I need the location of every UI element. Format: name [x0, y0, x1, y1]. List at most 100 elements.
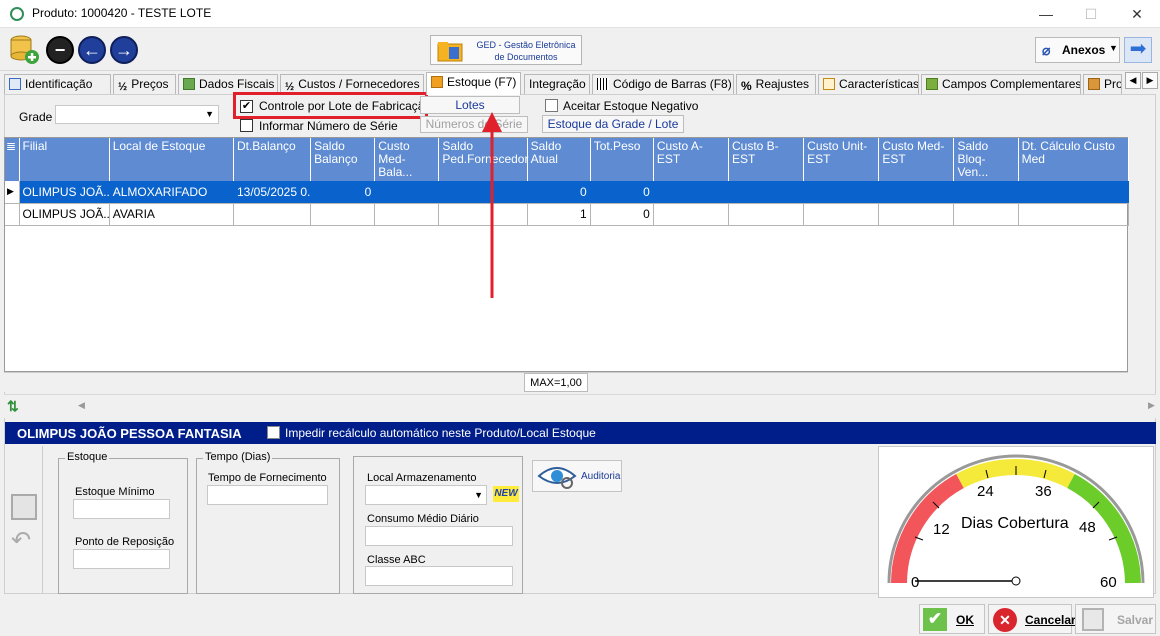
classe-input[interactable] [365, 566, 513, 586]
column-header[interactable]: Tot.Peso [590, 138, 654, 181]
tab-produto[interactable]: Pro [1083, 74, 1122, 94]
table-cell[interactable] [1018, 181, 1130, 204]
eye-icon [537, 467, 577, 489]
table-cell[interactable] [653, 181, 730, 204]
auditoria-label: Auditoria [581, 471, 621, 482]
table-cell[interactable] [878, 203, 955, 226]
side-toolbar: ↶ [5, 446, 43, 594]
estoque-minimo-input[interactable] [73, 499, 170, 519]
tab-identificacao[interactable]: Identificação [4, 74, 111, 94]
column-header[interactable]: Custo Unit-EST [803, 138, 880, 181]
tab-caracteristicas[interactable]: Características [818, 74, 919, 94]
table-cell[interactable] [1018, 203, 1130, 226]
column-header[interactable]: Custo Med-Bala... [374, 138, 440, 181]
table-cell[interactable]: AVARIA [109, 203, 234, 226]
scroll-right-icon[interactable]: ▶ [1148, 400, 1155, 411]
tab-precos[interactable]: ½ Preços [113, 74, 176, 94]
sort-arrows-icon[interactable]: ⇅ [7, 398, 25, 416]
ok-button[interactable]: ✔ OK [919, 604, 985, 634]
ged-button[interactable]: GED - Gestão Eletrônica de Documentos [430, 35, 582, 65]
controle-lote-checkbox[interactable]: ✔ [240, 98, 253, 113]
column-header[interactable]: Custo A-EST [653, 138, 730, 181]
column-header[interactable]: Filial [19, 138, 110, 181]
tab-reajustes[interactable]: % Reajustes [736, 74, 816, 94]
column-header[interactable]: Custo Med-EST [878, 138, 955, 181]
impedir-checkbox[interactable] [267, 426, 280, 439]
table-cell[interactable] [953, 181, 1019, 204]
next-button[interactable]: → [110, 36, 138, 64]
table-row[interactable]: OLIMPUS JOÃ... AVARIA 1 0 [5, 203, 1130, 226]
close-button[interactable]: ✕ [1122, 4, 1152, 24]
numeros-serie-button[interactable]: Números de Série [420, 116, 528, 133]
table-cell[interactable] [374, 181, 440, 204]
local-armazenamento-select[interactable]: ▼ [365, 485, 487, 505]
tab-integracao[interactable]: Integração [524, 74, 590, 94]
save-disk-icon[interactable] [11, 494, 37, 520]
cancel-icon: ✕ [993, 608, 1017, 632]
minimize-button[interactable]: — [1031, 4, 1061, 24]
maximize-button[interactable]: ☐ [1076, 4, 1106, 24]
tab-estoque[interactable]: Estoque (F7) [426, 72, 521, 95]
table-cell[interactable]: OLIMPUS JOÃ... [19, 203, 110, 226]
aceitar-negativo-checkbox[interactable] [545, 99, 558, 115]
previous-button[interactable]: ← [78, 36, 106, 64]
table-row[interactable]: ▶ OLIMPUS JOÃ... ALMOXARIFADO 13/05/2025… [5, 181, 1130, 204]
gauge-title: Dias Cobertura [961, 515, 1069, 532]
tempo-fornecimento-input[interactable] [207, 485, 328, 505]
tab-codigo-barras[interactable]: Código de Barras (F8) [592, 74, 734, 94]
table-cell[interactable]: 0 [590, 203, 654, 226]
cancelar-button[interactable]: ✕ Cancelar [988, 604, 1076, 634]
table-cell[interactable]: 0 [590, 181, 654, 204]
tab-scroll-right-icon[interactable]: ▶ [1142, 72, 1158, 89]
informar-serie-checkbox[interactable] [240, 119, 253, 135]
scroll-left-icon[interactable]: ◀ [78, 400, 85, 411]
consumo-input[interactable] [365, 526, 513, 546]
column-header[interactable]: Local de Estoque [109, 138, 234, 181]
estoque-group-caption: Estoque [65, 451, 110, 463]
column-header[interactable]: Saldo Balanço [310, 138, 376, 181]
remove-button[interactable]: − [46, 36, 74, 64]
table-cell[interactable]: 1 [527, 203, 591, 226]
table-cell[interactable] [653, 203, 730, 226]
table-cell[interactable] [728, 203, 805, 226]
controle-lote-label: Controle por Lote de Fabricação [259, 99, 432, 113]
table-cell[interactable]: ALMOXARIFADO [109, 181, 234, 204]
ged-label: GED - Gestão Eletrônica de Documentos [476, 40, 576, 62]
table-cell[interactable] [803, 203, 880, 226]
table-cell[interactable]: OLIMPUS JOÃ... [19, 181, 110, 204]
table-cell[interactable] [374, 203, 440, 226]
tab-dados-fiscais[interactable]: Dados Fiscais [178, 74, 278, 94]
table-cell[interactable]: 0 [527, 181, 591, 204]
salvar-button[interactable]: Salvar [1075, 604, 1156, 634]
column-header[interactable]: Dt. Cálculo Custo Med [1018, 138, 1130, 181]
column-header[interactable]: Saldo Atual [527, 138, 591, 181]
table-cell[interactable] [233, 203, 312, 226]
table-cell[interactable]: 13/05/2025 0... [233, 181, 312, 204]
database-add-icon[interactable] [8, 33, 40, 65]
row-indicator [5, 203, 20, 226]
table-cell[interactable] [953, 203, 1019, 226]
chevron-down-icon: ▼ [205, 109, 214, 119]
table-cell[interactable]: 0 [310, 181, 376, 204]
undo-icon[interactable]: ↶ [11, 526, 31, 555]
column-header[interactable]: Saldo Bloq-Ven... [953, 138, 1019, 181]
table-cell[interactable] [728, 181, 805, 204]
table-cell[interactable] [878, 181, 955, 204]
arrow-right-icon[interactable]: ➡ [1124, 37, 1152, 63]
horizontal-scrollbar[interactable]: ⇅ ◀ ▶ [4, 394, 1156, 418]
ponto-reposicao-input[interactable] [73, 549, 170, 569]
estoque-grade-button[interactable]: Estoque da Grade / Lote [542, 115, 684, 133]
tab-custos-fornecedores[interactable]: ½ Custos / Fornecedores [280, 74, 424, 94]
table-cell[interactable] [803, 181, 880, 204]
consumo-label: Consumo Médio Diário [367, 513, 479, 525]
column-header[interactable]: Dt.Balanço [233, 138, 312, 181]
auditoria-button[interactable]: Auditoria [532, 460, 622, 492]
lotes-button[interactable]: Lotes [420, 96, 520, 114]
tab-scroll-left-icon[interactable]: ◀ [1125, 72, 1141, 89]
new-badge[interactable]: NEW [493, 486, 519, 502]
column-header[interactable]: Custo B-EST [728, 138, 805, 181]
anexos-button[interactable]: ⌀ Anexos ▼ [1035, 37, 1120, 63]
table-cell[interactable] [310, 203, 376, 226]
tab-campos-complementares[interactable]: Campos Complementares [921, 74, 1081, 94]
grade-select[interactable]: ▼ [55, 105, 219, 124]
